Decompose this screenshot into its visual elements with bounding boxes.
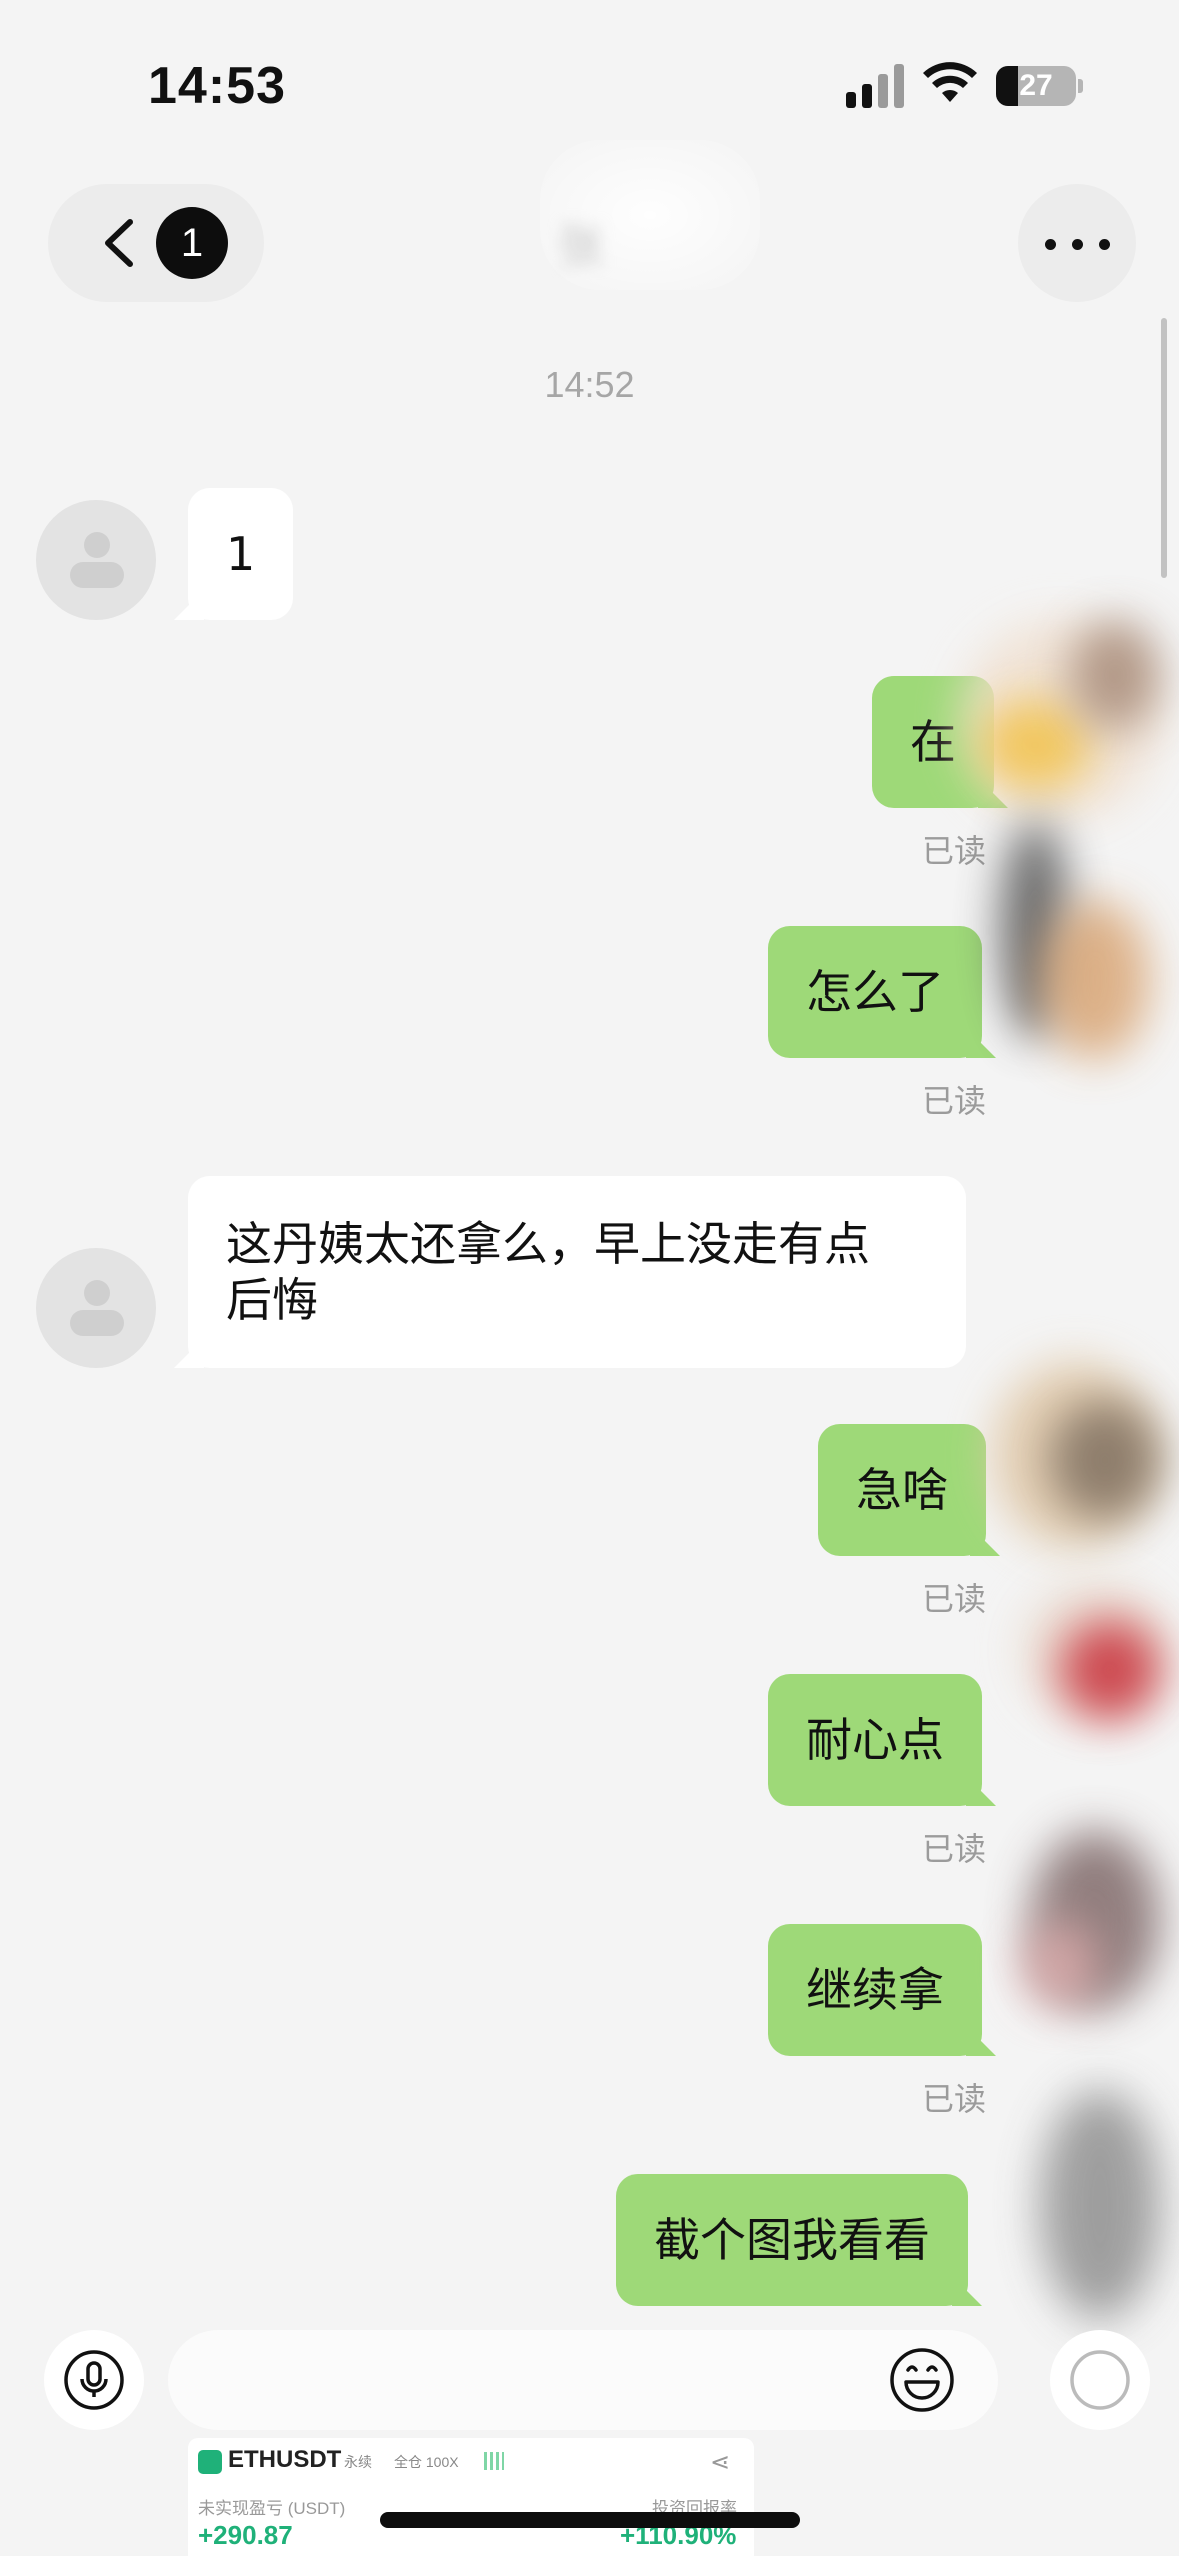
more-icon xyxy=(1045,239,1056,250)
preview-left-label: 未实现盈亏 (USDT) xyxy=(198,2499,346,2518)
message-text: 耐心点 xyxy=(806,1713,944,1767)
chat-title: 张 xyxy=(558,219,604,273)
cellular-signal-icon xyxy=(846,64,908,108)
emoji-icon xyxy=(890,2348,954,2412)
message-text: 在 xyxy=(910,715,956,769)
input-bar xyxy=(0,2310,1179,2450)
message-bubble-outgoing[interactable]: 急啥 xyxy=(818,1424,986,1556)
more-icon-dot xyxy=(1072,239,1083,250)
read-receipt: 已读 xyxy=(922,2080,987,2118)
message-bubble-outgoing[interactable]: 继续拿 xyxy=(768,1924,982,2056)
voice-input-button[interactable] xyxy=(44,2330,144,2430)
message-text: 截个图我看看 xyxy=(654,2213,930,2267)
preview-symbol: ETHUSDT xyxy=(228,2446,342,2473)
battery-icon: 27 xyxy=(996,66,1076,106)
avatar-body xyxy=(70,562,124,588)
mic-icon xyxy=(64,2350,124,2410)
battery-percent: 27 xyxy=(1019,69,1053,102)
home-indicator[interactable] xyxy=(380,2512,800,2528)
message-bubble-outgoing[interactable]: 截个图我看看 xyxy=(616,2174,968,2306)
message-text-line: 后悔 xyxy=(226,1273,318,1327)
battery-tip xyxy=(1078,79,1083,93)
back-button[interactable]: 1 xyxy=(48,184,264,302)
wifi-icon xyxy=(923,62,977,102)
message-bubble-outgoing[interactable]: 怎么了 xyxy=(768,926,982,1058)
read-receipt: 已读 xyxy=(922,1082,987,1120)
plus-button[interactable] xyxy=(1050,2330,1150,2430)
contact-avatar[interactable] xyxy=(36,500,156,620)
message-text: 急啥 xyxy=(856,1463,948,1517)
message-bubble-incoming[interactable]: 这丹姨太还拿么，早上没走有点 后悔 xyxy=(188,1176,966,1368)
exchange-logo-icon xyxy=(198,2450,222,2474)
read-receipt: 已读 xyxy=(922,1580,987,1618)
unread-badge: 1 xyxy=(156,207,228,279)
more-button[interactable] xyxy=(1018,184,1136,302)
avatar-head xyxy=(84,532,110,558)
message-timestamp: 14:52 xyxy=(544,364,635,405)
status-time: 14:53 xyxy=(148,57,286,115)
read-receipt: 已读 xyxy=(922,1830,987,1868)
more-icon-dot xyxy=(1099,239,1110,250)
message-bubble-incoming[interactable]: 1 xyxy=(188,488,294,620)
plus-icon xyxy=(1070,2350,1130,2410)
leverage-bars-icon xyxy=(484,2452,504,2470)
read-receipt: 已读 xyxy=(922,832,987,870)
emoji-button[interactable] xyxy=(880,2338,964,2422)
message-input[interactable] xyxy=(168,2330,998,2430)
message-text: 怎么了 xyxy=(806,965,944,1019)
message-text-line: 这丹姨太还拿么，早上没走有点 xyxy=(226,1217,870,1271)
shared-screenshot-preview[interactable]: ETHUSDT 永续 全仓 100X ⋖ 未实现盈亏 (USDT) 投资回报率 … xyxy=(188,2438,754,2556)
avatar-body xyxy=(70,1310,124,1336)
avatar-head xyxy=(84,1280,110,1306)
message-bubble-outgoing[interactable]: 耐心点 xyxy=(768,1674,982,1806)
scroll-indicator[interactable] xyxy=(1161,318,1167,578)
preview-left-value: +290.87 xyxy=(198,2520,293,2550)
contact-avatar[interactable] xyxy=(36,1248,156,1368)
preview-tag-perpetual: 永续 xyxy=(344,2454,372,2470)
share-icon: ⋖ xyxy=(710,2449,731,2476)
back-chevron-icon xyxy=(105,219,133,267)
preview-tag-leverage: 全仓 100X xyxy=(394,2454,459,2470)
message-text: 1 xyxy=(226,527,256,581)
message-text: 继续拿 xyxy=(806,1963,944,2017)
